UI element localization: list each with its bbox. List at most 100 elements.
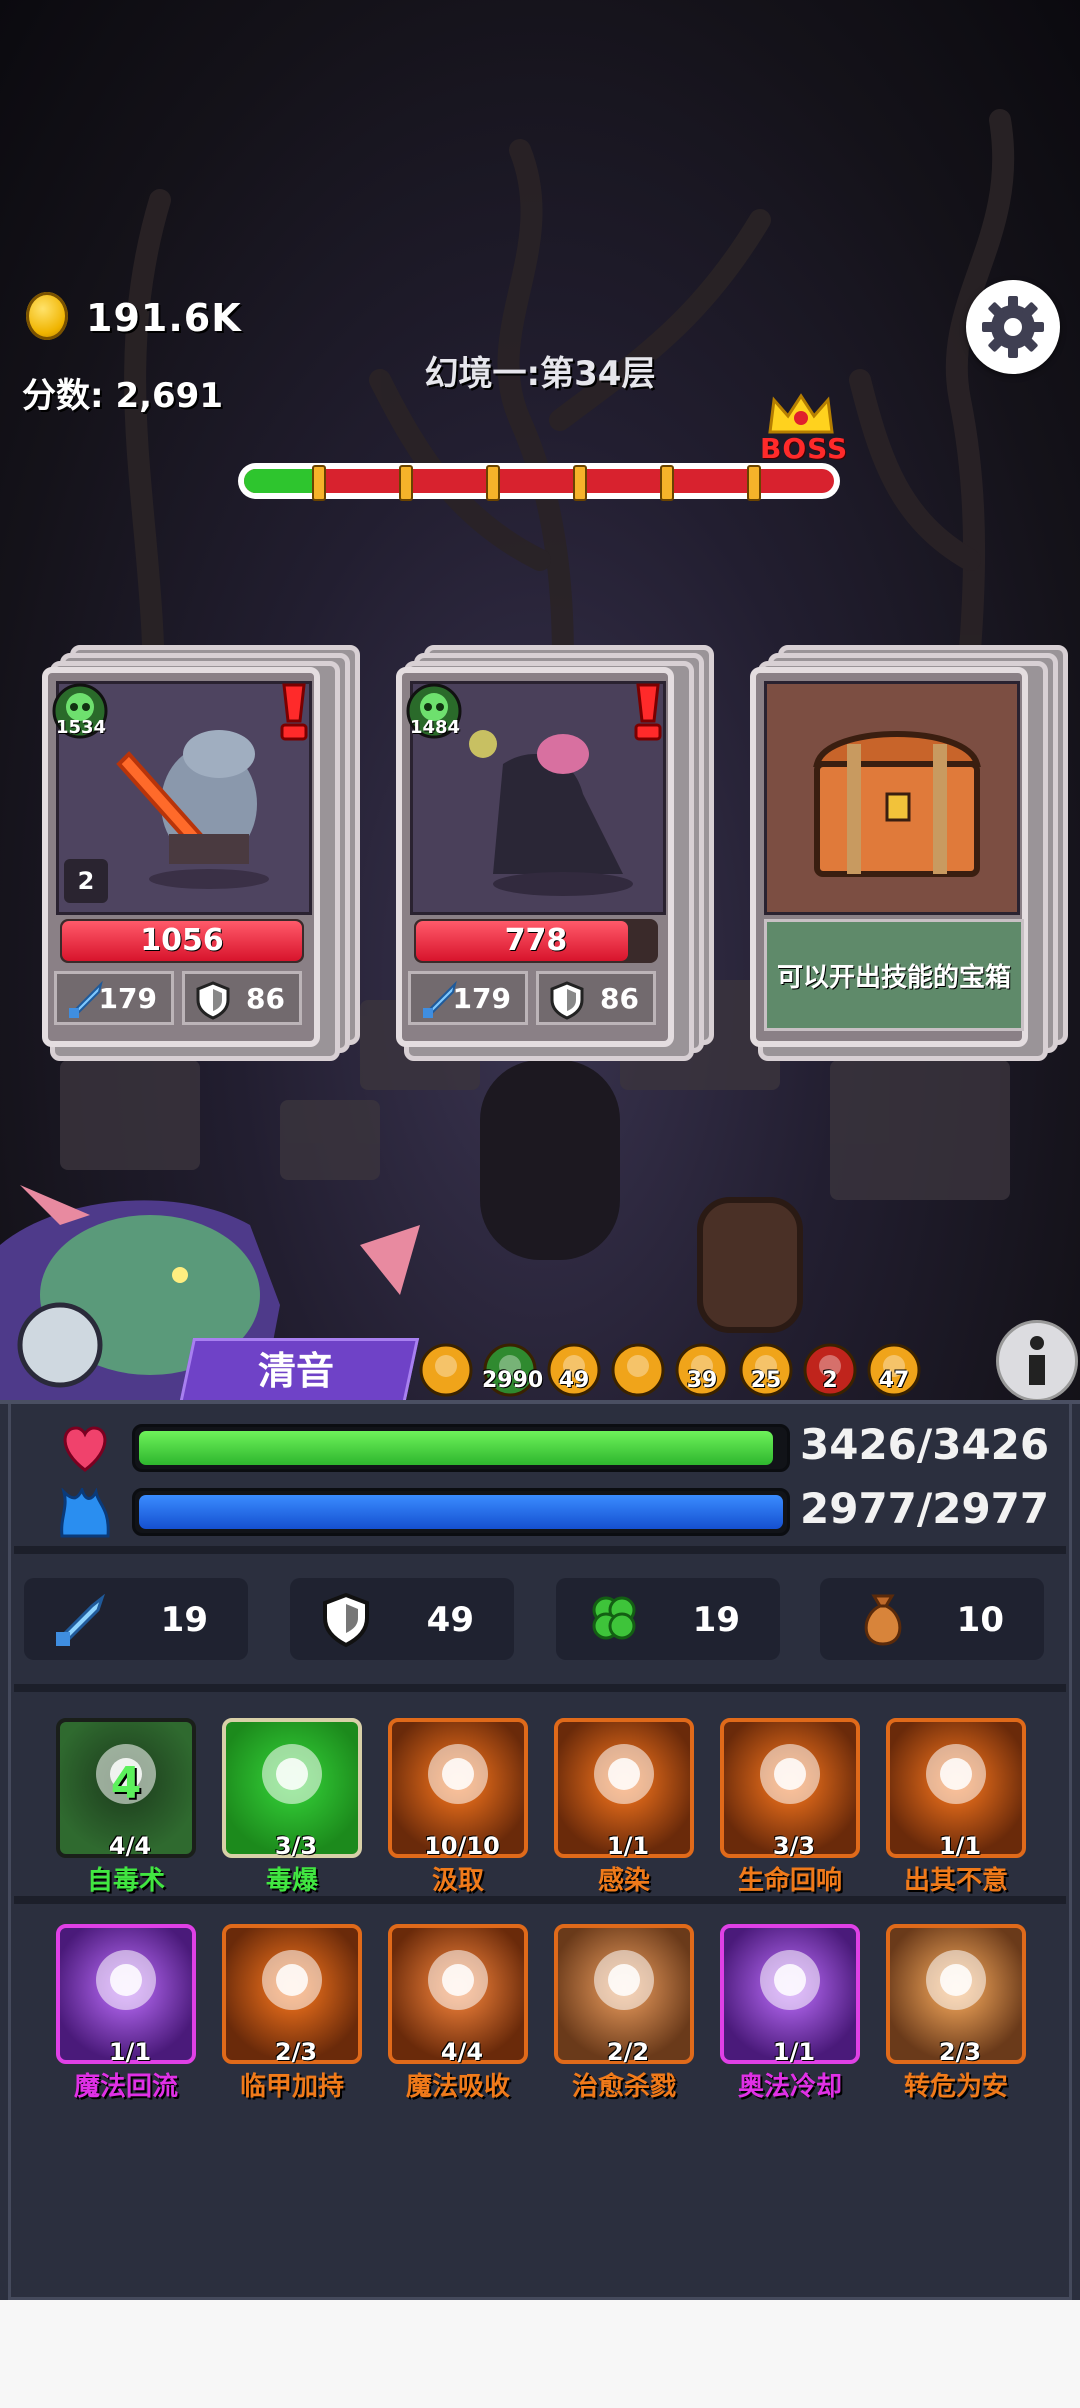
defense-stat: 49 [290,1578,514,1660]
dash-strike-icon [926,1744,986,1804]
stage-progress-bar [238,463,840,501]
skill-tile[interactable]: 4 4/4 [56,1718,196,1860]
hp-bar [132,1424,790,1472]
skill-name: 出其不意 [903,1866,1008,1896]
enemy-attack-value: 179 [452,982,511,1015]
skill-tile[interactable]: 1/1 [886,1718,1026,1860]
attack-stat: 19 [24,1578,248,1660]
buff-value: 49 [558,1368,590,1393]
enemy-defense-value: 86 [246,982,285,1015]
heart-icon [63,1426,107,1472]
skill-tile[interactable]: 3/3 [222,1718,362,1860]
hp-bar-fill [139,1431,773,1465]
enemy-card-1[interactable]: 1534 2 1056 179 86 [42,645,360,1061]
hero-buff[interactable] [418,1342,474,1398]
coin-icon [26,292,68,340]
armor-runner-icon [262,1950,322,2010]
enemy-hp: 778 [504,923,568,958]
skill-tile[interactable]: 1/1 [56,1924,196,2066]
chest-card-face: 可以开出技能的宝箱 [750,667,1028,1047]
enemy-card-face: 1534 2 1056 179 86 [42,667,320,1047]
enemy-level: 1534 [55,717,107,738]
stage-progress-fill [244,469,321,493]
skill-count: 2/3 [938,2038,982,2066]
skill-count: 4/4 [440,2038,484,2066]
stage-marker [747,465,761,501]
money-bag-icon [864,1594,902,1646]
skill-count: 3/3 [772,1832,816,1860]
arcane-cooldown-icon [760,1950,820,2010]
skill-name: 转危为安 [903,2072,1008,2102]
heal-slaughter-icon [594,1950,654,2010]
bottom-strip [0,2300,1080,2408]
skill-name: 自毒术 [86,1866,165,1896]
alert-icon [634,683,662,741]
enemy-attack: 179 [408,971,528,1025]
enemy-attack: 179 [54,971,174,1025]
skill-tile[interactable]: 10/10 [388,1718,528,1860]
enemy-defense: 86 [536,971,656,1025]
skill-name: 临甲加持 [239,2072,344,2102]
battle-scene: 191.6K 分数: 2,691 幻境一:第34层 BOSS 1534 2 10… [0,0,1080,1400]
attack-value: 19 [160,1600,208,1640]
skill-name: 奥法冷却 [737,2072,842,2102]
skill-name: 毒爆 [265,1866,318,1896]
chest-description: 可以开出技能的宝箱 [764,919,1024,1031]
enemy-level: 1484 [409,717,461,738]
caduceus-icon [428,1950,488,2010]
mana-flame-icon [60,1488,110,1538]
info-icon [1029,1336,1045,1385]
skill-tile[interactable]: 3/3 [720,1718,860,1860]
enemy-attack-value: 179 [98,982,157,1015]
stage-marker [573,465,587,501]
hero-buff[interactable]: 25 [738,1342,794,1398]
chest-card[interactable]: 可以开出技能的宝箱 [750,645,1068,1061]
skill-tile[interactable]: 2/2 [554,1924,694,2066]
skill-count: 4/4 [108,1832,152,1860]
buff-value: 39 [686,1368,718,1393]
gold-amount: 191.6K [86,296,242,340]
level-title: 幻境一:第34层 [424,354,656,394]
info-button[interactable] [996,1320,1078,1400]
skill-tile[interactable]: 2/3 [886,1924,1026,2066]
poison-face-icon [262,1744,322,1804]
boss-label: BOSS [760,432,849,465]
gold-bag-value: 10 [956,1600,1004,1640]
stage-marker [486,465,500,501]
hero-buff[interactable]: 47 [866,1342,922,1398]
skill-count: 1/1 [938,1832,982,1860]
skill-count: 2/3 [274,2038,318,2066]
buff-value: 2 [822,1368,838,1393]
drain-cross-icon [428,1744,488,1804]
enemy-card-face: 1484 778 179 86 [396,667,674,1047]
skill-name: 魔法回流 [73,2072,178,2102]
skill-tile[interactable]: 1/1 [554,1718,694,1860]
enemy-hp: 1056 [140,923,224,958]
hero-buff[interactable]: 2990 [482,1342,543,1398]
shield-icon [550,981,584,1020]
mp-bar [132,1488,790,1536]
hero-buff[interactable]: 49 [546,1342,602,1398]
skill-name: 汲取 [431,1866,484,1896]
skill-tile[interactable]: 1/1 [720,1924,860,2066]
enemy-defense-value: 86 [600,982,639,1015]
enemy-defense: 86 [182,971,302,1025]
buff-value: 25 [750,1368,782,1393]
shield-icon [323,1592,369,1648]
skill-count: 2/2 [606,2038,650,2066]
defense-value: 49 [426,1600,474,1640]
enemy-hp-bar: 1056 [60,919,304,963]
hero-buff[interactable]: 2 [802,1342,858,1398]
luck-value: 19 [692,1600,740,1640]
enemy-card-2[interactable]: 1484 778 179 86 [396,645,714,1061]
skill-tile[interactable]: 2/3 [222,1924,362,2066]
skill-tile[interactable]: 4/4 [388,1924,528,2066]
alert-icon [280,683,308,741]
skill-name: 治愈杀戮 [571,2072,676,2102]
hero-buff[interactable] [610,1342,666,1398]
hp-value: 3426/3426 [800,1420,1050,1469]
stage-marker [660,465,674,501]
figure-buff-icon [419,1343,473,1397]
hero-buff[interactable]: 39 [674,1342,730,1398]
skill-count: 1/1 [108,2038,152,2066]
